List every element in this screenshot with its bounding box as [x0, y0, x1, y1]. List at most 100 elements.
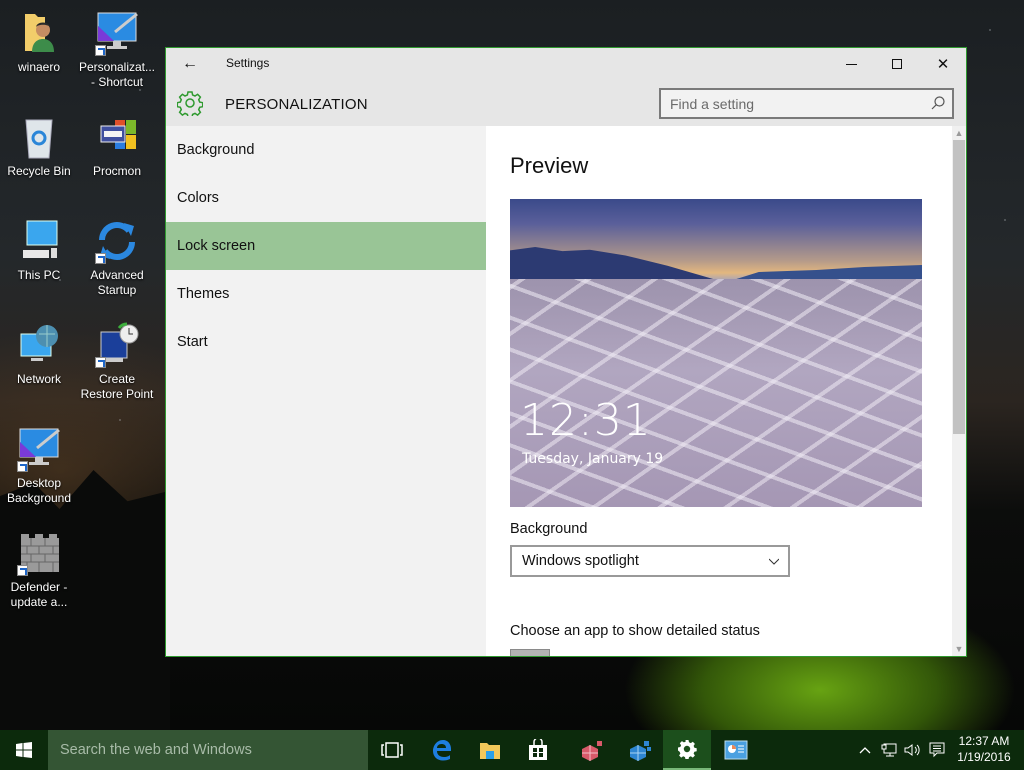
settings-window: ← Settings ✕ PERSONALIZATION Background … — [165, 47, 967, 657]
desktop-icon-label: Network — [16, 372, 61, 386]
desktop-icon-label: Personalizat... - Shortcut — [78, 60, 156, 89]
sidebar-item-lock-screen[interactable]: Lock screen — [166, 222, 486, 270]
preview-hills-right — [730, 265, 922, 281]
background-dropdown[interactable]: Windows spotlight — [510, 545, 790, 577]
background-dropdown-value: Windows spotlight — [522, 553, 639, 569]
network-wired-icon — [881, 743, 897, 757]
edge-icon — [433, 740, 451, 761]
search-icon[interactable] — [930, 95, 946, 111]
shortcut-arrow-icon — [95, 357, 106, 368]
lock-screen-preview: 12:31 Tuesday, January 19 — [510, 199, 922, 507]
show-hidden-icons-button[interactable] — [855, 730, 875, 770]
computer-icon — [15, 218, 63, 264]
desktop-icon-label: Recycle Bin — [7, 164, 71, 178]
control-panel-icon — [724, 740, 748, 760]
network-tray-button[interactable] — [878, 730, 900, 770]
taskbar-search[interactable]: Search the web and Windows — [48, 730, 368, 770]
desktop-icon-label: winaero — [17, 60, 61, 74]
user-folder-icon — [15, 10, 63, 56]
control-panel-button[interactable] — [712, 730, 760, 770]
preview-hills-left — [510, 247, 720, 281]
shortcut-arrow-icon — [17, 565, 28, 576]
taskbar-clock[interactable]: 12:37 AM 1/19/2016 — [950, 733, 1018, 765]
refresh-icon — [93, 218, 141, 264]
cubes-app-icon — [582, 741, 602, 761]
desktop-icon-recycle-bin[interactable]: Recycle Bin — [0, 114, 78, 179]
red-cubes-app-button[interactable] — [568, 730, 616, 770]
preview-date: Tuesday, January 19 — [522, 451, 664, 467]
shortcut-arrow-icon — [95, 253, 106, 264]
desktop-icon-create-restore-point[interactable]: Create Restore Point — [78, 322, 156, 402]
desktop-icon-label: Desktop Background — [6, 476, 72, 505]
desktop-icon-personalization-shortcut[interactable]: Personalizat... - Shortcut — [78, 10, 156, 90]
chevron-down-icon — [769, 558, 779, 565]
volume-tray-button[interactable] — [902, 730, 924, 770]
detailed-status-app-button[interactable] — [510, 649, 550, 656]
edge-button[interactable] — [418, 730, 466, 770]
minimize-button[interactable] — [828, 48, 874, 80]
store-icon — [529, 739, 547, 760]
detailed-status-label: Choose an app to show detailed status — [510, 623, 760, 639]
close-button[interactable]: ✕ — [920, 48, 966, 80]
search-input[interactable] — [661, 90, 921, 117]
find-setting-search[interactable] — [659, 88, 954, 119]
desktop-icon-label: Defender - update a... — [10, 580, 68, 609]
file-explorer-button[interactable] — [466, 730, 514, 770]
window-title: Settings — [226, 56, 270, 70]
recycle-bin-icon — [15, 114, 63, 160]
back-button[interactable]: ← — [180, 54, 200, 74]
lock-screen-content: Preview 12:31 Tuesday, January 19 Backgr… — [486, 126, 966, 656]
clock-time: 12:37 AM — [958, 734, 1010, 748]
sidebar-item-start[interactable]: Start — [166, 318, 486, 366]
scroll-down-icon[interactable]: ▼ — [952, 642, 966, 656]
scroll-up-icon[interactable]: ▲ — [952, 126, 966, 140]
clock-date: 1/19/2016 — [957, 750, 1011, 764]
minimize-icon — [845, 63, 857, 65]
folder-icon — [480, 743, 500, 759]
personalization-icon — [15, 426, 63, 472]
gear-icon — [177, 91, 203, 116]
maximize-icon — [892, 59, 902, 69]
sidebar-item-themes[interactable]: Themes — [166, 270, 486, 318]
desktop-icon-desktop-background[interactable]: Desktop Background — [0, 426, 78, 506]
sidebar-nav: Background Colors Lock screen Themes Sta… — [166, 126, 486, 656]
content-scrollbar[interactable]: ▲ ▼ — [952, 126, 966, 656]
desktop-icon-label: Create Restore Point — [80, 372, 154, 401]
task-view-button[interactable] — [368, 730, 416, 770]
preview-heading: Preview — [510, 153, 589, 178]
title-bar[interactable]: ← Settings ✕ — [166, 48, 966, 80]
speaker-icon — [904, 744, 920, 756]
action-center-button[interactable] — [926, 730, 948, 770]
gear-icon — [678, 740, 697, 759]
background-label: Background — [510, 521, 588, 537]
settings-taskbar-button[interactable] — [663, 730, 711, 770]
desktop-icon-winaero[interactable]: winaero — [0, 10, 78, 75]
desktop-icon-label: Advanced Startup — [90, 268, 144, 297]
settings-header: PERSONALIZATION — [166, 80, 966, 126]
preview-time: 12:31 — [520, 395, 652, 446]
sidebar-item-colors[interactable]: Colors — [166, 174, 486, 222]
start-button[interactable] — [0, 730, 48, 770]
registry-editor-button[interactable] — [616, 730, 664, 770]
wall-icon — [15, 530, 63, 576]
windows-logo-icon — [16, 742, 32, 758]
preview-salt-flats — [510, 279, 922, 507]
desktop-icon-this-pc[interactable]: This PC — [0, 218, 78, 283]
sidebar-item-background[interactable]: Background — [166, 126, 486, 174]
desktop-icon-label: This PC — [17, 268, 61, 282]
close-icon: ✕ — [936, 56, 950, 73]
desktop-icon-defender-update[interactable]: Defender - update a... — [0, 530, 78, 610]
task-view-icon — [381, 742, 403, 758]
scroll-thumb[interactable] — [953, 140, 965, 434]
maximize-button[interactable] — [874, 48, 920, 80]
desktop-icon-network[interactable]: Network — [0, 322, 78, 387]
store-button[interactable] — [514, 730, 562, 770]
network-icon — [15, 322, 63, 368]
desktop-icon-label: Procmon — [92, 164, 142, 178]
desktop-icon-procmon[interactable]: Procmon — [78, 114, 156, 179]
shortcut-arrow-icon — [17, 461, 28, 472]
procmon-icon — [93, 114, 141, 160]
desktop-icon-advanced-startup[interactable]: Advanced Startup — [78, 218, 156, 298]
registry-icon — [630, 741, 651, 761]
chevron-up-icon — [859, 747, 871, 754]
